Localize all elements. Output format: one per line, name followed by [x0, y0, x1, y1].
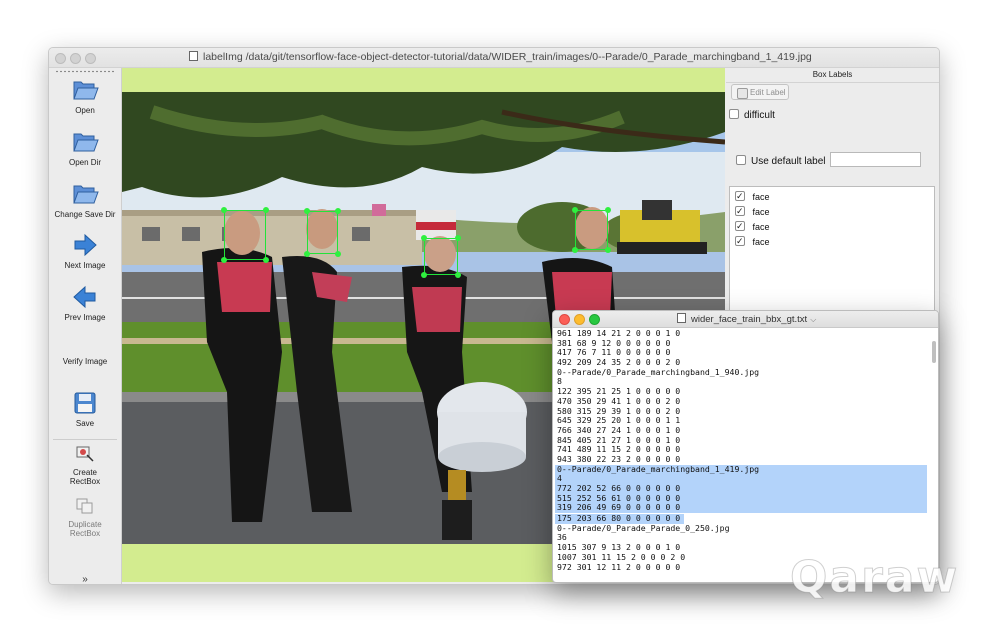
bbox-handle[interactable]: [572, 247, 578, 253]
edit-label-button[interactable]: Edit Label: [731, 84, 789, 100]
label-checkbox[interactable]: [735, 219, 745, 234]
bounding-box-face-2[interactable]: [304, 208, 341, 257]
window-title: labelImg /data/git/tensorflow-face-objec…: [189, 51, 929, 63]
label-checkbox[interactable]: [735, 204, 745, 219]
open-dir-label: Open Dir: [68, 158, 101, 167]
document-icon: [189, 51, 198, 61]
close-window-button[interactable]: [55, 53, 66, 64]
label-list-item[interactable]: face: [730, 219, 934, 235]
bbox-handle[interactable]: [263, 257, 269, 263]
default-label-input[interactable]: [830, 152, 921, 167]
bounding-box-face-1[interactable]: [221, 207, 269, 263]
watermark: Qaraw: [789, 552, 960, 604]
open-label: Open: [75, 106, 95, 115]
use-default-label-row[interactable]: Use default label: [736, 155, 826, 167]
bbox-handle[interactable]: [304, 251, 310, 257]
box-labels-header: Box Labels: [726, 68, 939, 83]
edit-label-text: Edit Label: [750, 88, 786, 97]
editor-line: 0--Parade/0_Parade_marchingband_1_419.jp…: [555, 464, 927, 475]
save-button[interactable]: Save: [49, 391, 121, 428]
editor-close-button[interactable]: [559, 314, 570, 325]
label-text: face: [752, 237, 770, 247]
prev-image-button[interactable]: Prev Image: [49, 285, 121, 322]
bbox-handle[interactable]: [221, 207, 227, 213]
bbox-handle[interactable]: [605, 207, 611, 213]
create-rectbox-label-1: Create: [72, 468, 97, 477]
label-text: face: [752, 207, 770, 217]
label-checkbox[interactable]: [735, 234, 745, 249]
arrow-right-icon: [74, 233, 97, 257]
duplicate-rectbox-label-2: RectBox: [69, 529, 101, 538]
label-text: face: [752, 192, 770, 202]
floppy-disk-icon: [74, 392, 96, 414]
editor-title-text: wider_face_train_bbx_gt.txt: [691, 314, 808, 325]
label-text: face: [752, 222, 770, 232]
open-dir-button[interactable]: Open Dir: [49, 128, 121, 167]
difficult-checkbox-row[interactable]: difficult: [729, 109, 775, 121]
bbox-handle[interactable]: [421, 235, 427, 241]
bbox-handle[interactable]: [221, 257, 227, 263]
editor-line: 319 206 49 69 0 0 0 0 0 0: [555, 503, 927, 514]
editor-line: 0--Parade/0_Parade_marchingband_1_940.jp…: [557, 366, 760, 377]
window-title-text: labelImg /data/git/tensorflow-face-objec…: [203, 51, 812, 63]
change-save-dir-button[interactable]: Change Save Dir: [49, 180, 121, 219]
editor-text-area[interactable]: 961 189 14 21 2 0 0 0 1 0 381 68 9 12 0 0…: [555, 328, 927, 572]
bbox-handle[interactable]: [572, 207, 578, 213]
label-checkbox[interactable]: [735, 189, 745, 204]
difficult-label: difficult: [744, 110, 775, 121]
edit-icon: [737, 88, 748, 99]
bbox-handle[interactable]: [455, 235, 461, 241]
folder-open-icon: [73, 185, 99, 204]
change-save-dir-label: Change Save Dir: [54, 210, 116, 219]
bbox-handle[interactable]: [263, 207, 269, 213]
duplicate-rectbox-label-1: Duplicate: [68, 520, 102, 529]
zoom-window-button[interactable]: [85, 53, 96, 64]
editor-minimize-button[interactable]: [574, 314, 585, 325]
editor-scrollbar[interactable]: [932, 341, 936, 363]
prev-image-label: Prev Image: [64, 313, 106, 322]
bbox-handle[interactable]: [335, 251, 341, 257]
bbox-handle[interactable]: [605, 247, 611, 253]
open-button[interactable]: Open: [49, 76, 121, 115]
label-list[interactable]: face face face face: [729, 186, 935, 330]
use-default-label-text: Use default label: [751, 156, 826, 167]
text-editor-window: wider_face_train_bbx_gt.txt ⌵ 961 189 14 …: [552, 310, 939, 583]
editor-zoom-button[interactable]: [589, 314, 600, 325]
bbox-handle[interactable]: [335, 208, 341, 214]
toolbar-expand-chevron-icon[interactable]: »: [77, 574, 93, 584]
toolbar-grip[interactable]: [55, 70, 115, 73]
use-default-label-checkbox[interactable]: [736, 155, 746, 165]
create-rectbox-icon: [76, 446, 94, 462]
next-image-label: Next Image: [64, 261, 106, 270]
label-list-item[interactable]: face: [730, 189, 934, 205]
editor-title[interactable]: wider_face_train_bbx_gt.txt ⌵: [677, 313, 816, 325]
document-icon: [677, 313, 686, 323]
difficult-checkbox[interactable]: [729, 109, 739, 119]
bounding-box-face-3[interactable]: [421, 235, 461, 278]
bounding-box-face-4[interactable]: [572, 207, 611, 253]
folder-open-icon: [73, 133, 99, 152]
editor-line: 0--Parade/0_Parade_Parade_0_250.jpg: [557, 522, 730, 533]
duplicate-rectbox-button[interactable]: Duplicate RectBox: [49, 496, 121, 538]
save-label: Save: [75, 419, 95, 428]
verify-image-button[interactable]: Verify Image: [49, 357, 121, 366]
bbox-handle[interactable]: [421, 272, 427, 278]
bbox-handle[interactable]: [304, 208, 310, 214]
duplicate-icon: [76, 498, 93, 514]
next-image-button[interactable]: Next Image: [49, 233, 121, 270]
verify-image-label: Verify Image: [62, 357, 108, 366]
minimize-window-button[interactable]: [70, 53, 81, 64]
folder-open-icon: [73, 81, 99, 100]
label-list-item[interactable]: face: [730, 234, 934, 250]
editor-titlebar: wider_face_train_bbx_gt.txt ⌵: [553, 311, 938, 328]
toolbar-separator: [53, 439, 117, 440]
bbox-handle[interactable]: [455, 272, 461, 278]
create-rectbox-label-2: RectBox: [69, 477, 101, 486]
window-titlebar: labelImg /data/git/tensorflow-face-objec…: [49, 48, 939, 68]
label-list-item[interactable]: face: [730, 204, 934, 220]
arrow-left-icon: [73, 285, 96, 309]
toolbar: Open Open Dir Change Save Dir Next Image: [49, 68, 122, 584]
create-rectbox-button[interactable]: Create RectBox: [49, 444, 121, 486]
chevron-down-icon: ⌵: [810, 315, 817, 324]
